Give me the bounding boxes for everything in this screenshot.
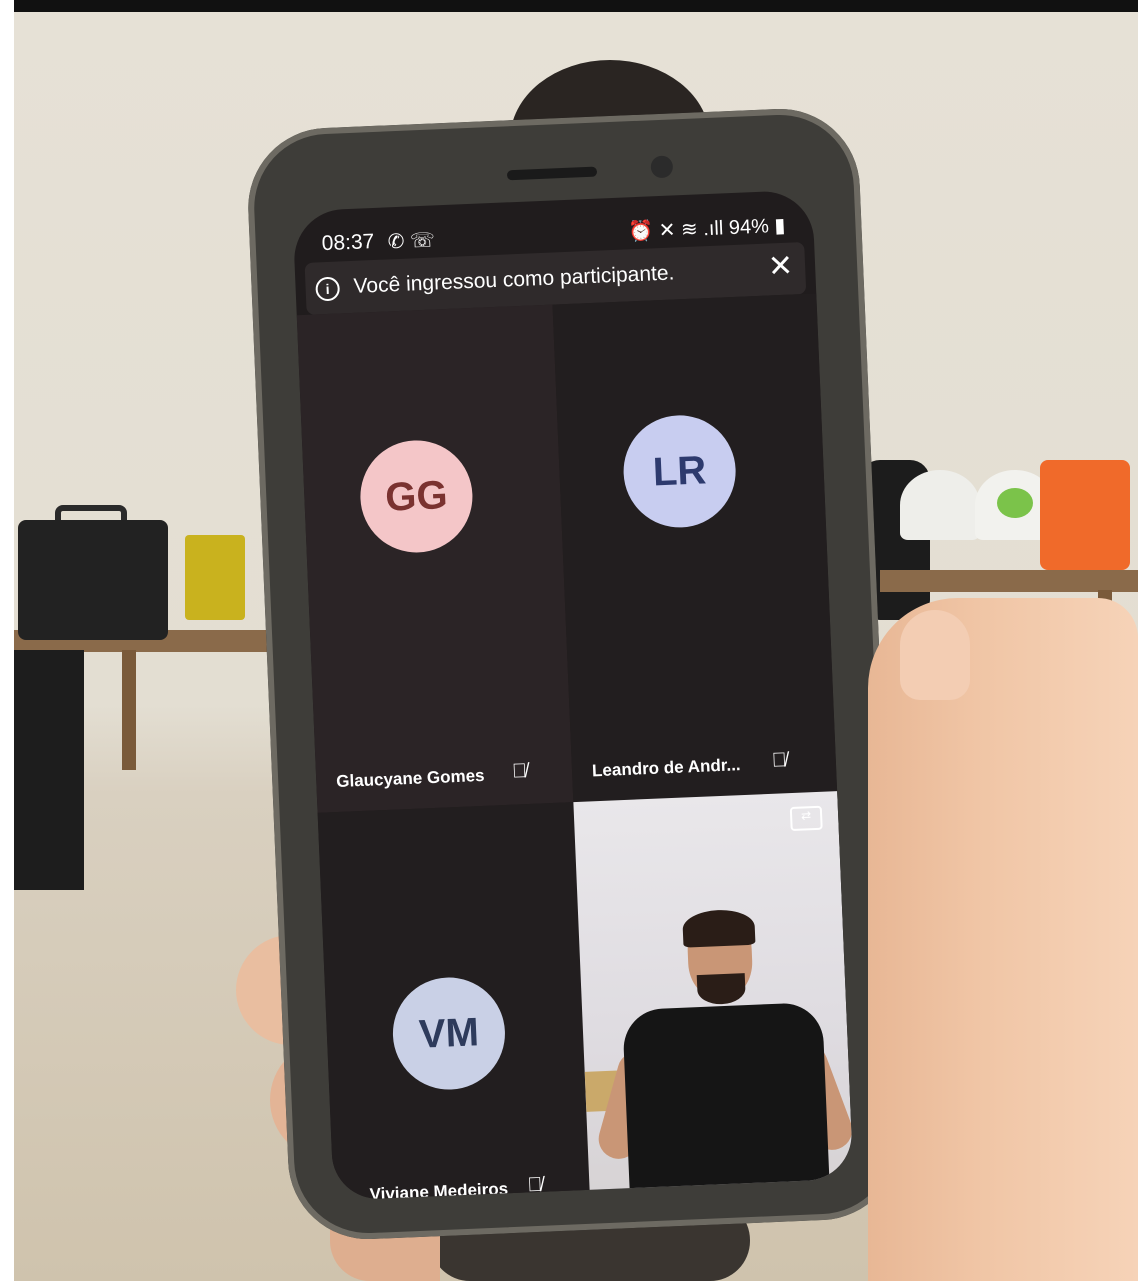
avatar: GG bbox=[358, 438, 475, 555]
helmet-logo-icon bbox=[997, 488, 1033, 518]
earpiece-speaker bbox=[506, 166, 598, 181]
shelf-right bbox=[880, 570, 1138, 592]
muted-mic-icon: 🎙̸ bbox=[771, 749, 788, 772]
muted-mic-icon: 🎙̸ bbox=[511, 760, 528, 783]
black-case bbox=[18, 520, 168, 640]
white-helmet bbox=[900, 470, 980, 540]
muted-mic-icon: 🎙̸ bbox=[526, 1173, 543, 1197]
banner-text: Você ingressou como participante. bbox=[353, 261, 675, 298]
avatar: VM bbox=[390, 975, 508, 1092]
close-icon[interactable]: ✕ bbox=[767, 248, 794, 284]
shelf-left-leg bbox=[122, 650, 136, 770]
info-icon: i bbox=[315, 276, 341, 302]
phone: 08:37 ✆ ☏ ⏰ ✕ ≋ .ıll 94% ▮ i Você ingres… bbox=[244, 105, 904, 1243]
phone-screen: 08:37 ✆ ☏ ⏰ ✕ ≋ .ıll 94% ▮ i Você ingres… bbox=[292, 189, 854, 1201]
participant-name: Glaucyane Gomes bbox=[335, 765, 485, 792]
left-border bbox=[0, 0, 14, 1281]
participant-name: Leandro de Andr... bbox=[591, 755, 741, 781]
status-notification-icons: ✆ ☏ bbox=[387, 229, 436, 254]
status-right-group: ⏰ ✕ ≋ .ıll 94% ▮ bbox=[628, 213, 786, 245]
person-body bbox=[622, 1001, 831, 1201]
participant-tile[interactable]: LR Leandro de Andr... 🎙̸ bbox=[552, 293, 838, 803]
self-video-tile[interactable]: ⇄ bbox=[573, 791, 854, 1201]
thumb bbox=[868, 598, 1138, 1281]
switch-camera-icon[interactable]: ⇄ bbox=[789, 805, 823, 832]
person-hair bbox=[682, 908, 756, 948]
black-stand bbox=[14, 650, 84, 890]
orange-box bbox=[1040, 460, 1130, 570]
battery-icon: ▮ bbox=[773, 214, 786, 238]
yellow-box bbox=[185, 535, 245, 620]
front-camera bbox=[650, 155, 674, 179]
top-border bbox=[0, 0, 1138, 12]
status-system-icons: ⏰ ✕ ≋ .ıll bbox=[627, 217, 724, 244]
participant-tile[interactable]: GG Glaucyane Gomes 🎙̸ bbox=[296, 304, 574, 813]
participant-name: Viviane Medeiros bbox=[369, 1179, 509, 1201]
participant-tile[interactable]: VM Viviane Medeiros 🎙̸ bbox=[317, 802, 591, 1201]
person-beard bbox=[696, 973, 746, 1006]
battery-percent: 94% bbox=[728, 215, 770, 240]
status-time: 08:37 bbox=[321, 229, 375, 256]
avatar: LR bbox=[621, 413, 738, 530]
thumbnail-nail bbox=[900, 610, 970, 700]
